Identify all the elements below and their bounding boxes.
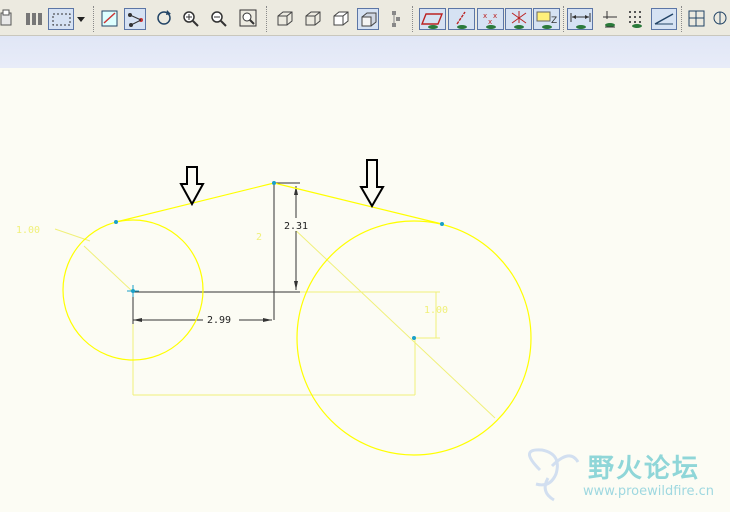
svg-text:x: x [488, 18, 492, 26]
toolbar-separator [266, 6, 267, 32]
main-toolbar: xxx Z [0, 0, 730, 36]
sketch-vertices [114, 181, 444, 340]
pan-icon[interactable] [24, 8, 46, 30]
toolbar-separator [412, 6, 413, 32]
right-center-point[interactable] [412, 336, 416, 340]
datum-planes-icon[interactable] [419, 8, 446, 30]
refit-icon[interactable] [238, 8, 260, 30]
print-icon[interactable] [0, 8, 22, 30]
watermark-logo [528, 448, 580, 502]
sketch-canvas[interactable]: 1.00 1.00 2 2.99 2.31 [0, 68, 730, 512]
sketch-settings-icon[interactable] [686, 8, 708, 30]
datum-points-icon[interactable]: xxx [477, 8, 504, 30]
toolbar-band [0, 36, 730, 69]
grid-display-icon[interactable] [624, 8, 650, 30]
dimension-display-icon[interactable] [567, 8, 593, 30]
svg-text:x: x [483, 12, 487, 20]
down-arrow-right [359, 159, 385, 208]
tangent-point-right[interactable] [440, 222, 444, 226]
annotations-icon[interactable]: Z [533, 8, 560, 30]
selection-box-icon[interactable] [48, 8, 74, 30]
constraint-display-icon[interactable] [597, 8, 623, 30]
repaint-icon[interactable] [154, 8, 176, 30]
sketch-drawing: 1.00 1.00 2 2.99 2.31 [16, 159, 580, 502]
svg-text:x: x [493, 12, 497, 20]
sketch-view-icon[interactable] [99, 8, 121, 30]
strong-dimension-lines [132, 182, 300, 324]
model-tree-icon[interactable] [386, 8, 408, 30]
down-arrow-left [179, 166, 205, 207]
zoom-out-icon[interactable] [208, 8, 230, 30]
toolbar-separator [563, 6, 564, 32]
datum-axes-icon[interactable] [448, 8, 475, 30]
toolbar-separator [681, 6, 682, 32]
watermark-url: www.proewildfire.cn [583, 484, 714, 499]
toolbar-separator [93, 6, 94, 32]
apex-point[interactable] [272, 181, 276, 185]
svg-text:Z: Z [551, 16, 557, 26]
wireframe-icon[interactable] [274, 8, 296, 30]
dropdown-arrow-icon[interactable] [75, 8, 87, 30]
no-hidden-icon[interactable] [330, 8, 352, 30]
left-radius-dimension[interactable]: 1.00 [16, 225, 40, 236]
watermark-title: 野火论坛 [588, 454, 701, 484]
shading-icon[interactable] [357, 8, 379, 30]
vertical-dimension[interactable]: 2.31 [284, 221, 308, 232]
tangent-point-left[interactable] [114, 220, 118, 224]
partial-dimension[interactable]: 2 [256, 232, 262, 243]
vertex-display-icon[interactable] [651, 8, 677, 30]
hidden-line-icon[interactable] [302, 8, 324, 30]
relations-icon[interactable] [124, 8, 146, 30]
coordinate-systems-icon[interactable] [505, 8, 532, 30]
weak-dimension-lines [54, 224, 496, 419]
horizontal-dimension[interactable]: 2.99 [207, 315, 231, 326]
more-icon[interactable] [710, 8, 730, 30]
small-vertical-dimension[interactable]: 1.00 [424, 305, 448, 316]
right-tangent-line[interactable] [273, 182, 443, 225]
zoom-in-icon[interactable] [180, 8, 202, 30]
